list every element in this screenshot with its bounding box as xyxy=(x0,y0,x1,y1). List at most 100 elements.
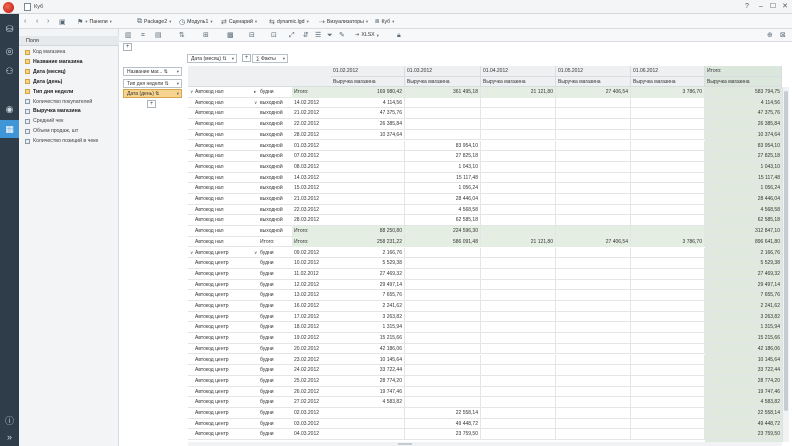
column-header-measure: Выручка магазина xyxy=(331,76,405,87)
filter-icon[interactable]: ⊞ xyxy=(203,31,209,40)
horizontal-scroll-thumb[interactable] xyxy=(398,443,412,445)
row-daytype-cell: будни xyxy=(260,270,274,277)
sort-icon[interactable]: ⇅ xyxy=(179,31,185,40)
cube-view-icon[interactable]: ▦ xyxy=(0,120,19,138)
row-date-cell: 04.03.2012 xyxy=(294,431,320,438)
grid-icon[interactable]: ⊟ xyxy=(249,31,255,40)
left-navigation: ⛁ ◎ ⚇ ◉ ▦ ⓘ » xyxy=(0,14,19,446)
add-row-field-button[interactable]: + xyxy=(147,100,156,108)
field-item[interactable]: Количество позиций в чеке xyxy=(25,136,117,146)
field-item[interactable]: Выручка магазина xyxy=(25,106,117,116)
field-item[interactable]: Тип дня недели xyxy=(25,87,117,97)
row-store-cell: Автокод центр xyxy=(195,420,229,427)
row-date-cell: 22.03.2012 xyxy=(294,206,320,213)
order-icon[interactable]: ⇵ xyxy=(303,31,309,40)
help-icon[interactable]: ? xyxy=(742,2,752,12)
value-cell xyxy=(556,279,631,291)
field-item[interactable]: Средний чек xyxy=(25,116,117,126)
cube-tab[interactable]: ⧈ Куб ▾ xyxy=(375,17,394,26)
minimize-button[interactable]: – xyxy=(756,2,766,12)
visualizers-tab[interactable]: ⇢ Визуализаторы ▾ xyxy=(319,17,368,26)
row-field-chip-day[interactable]: Дата (день) ⇅ ▾ xyxy=(123,89,182,98)
column-header-date[interactable]: 01.04.2012 xyxy=(481,66,556,77)
add-fact-button[interactable]: + xyxy=(242,54,251,62)
list-icon[interactable]: ☰ xyxy=(315,31,321,40)
total-cell: 10 374,64 xyxy=(757,131,780,138)
row-field-chip-daytype[interactable]: Тип дня недели ⇅ ▾ xyxy=(123,79,182,88)
lock-icon[interactable]: 🔒︎ xyxy=(397,31,401,40)
export-xlsx-button[interactable]: ⇥ XLSX ▾ xyxy=(355,31,379,40)
edit-icon[interactable]: ⌗ xyxy=(141,31,145,40)
field-item[interactable]: Дата (месяц) xyxy=(25,67,117,77)
scenario-tab[interactable]: ⇄ Сценарий ▾ xyxy=(221,17,257,26)
value-cell: 29 497,14 xyxy=(331,279,405,291)
row-daytype-cell: выходной xyxy=(260,196,283,202)
total-cell: 10 145,64 xyxy=(757,356,780,363)
add-column-field-button[interactable]: + xyxy=(123,43,132,51)
table-row: Автокод нал выходной 14.03.2012 15 117,48 15… xyxy=(188,172,782,184)
maximize-button[interactable]: ☐ xyxy=(768,2,778,12)
compass-icon[interactable]: ◎ xyxy=(0,42,19,60)
panel-settings-icon[interactable]: ⊠ xyxy=(780,31,786,40)
expand-toggle-icon[interactable]: ∨ xyxy=(254,248,259,259)
back-icon[interactable]: ‹ xyxy=(24,17,26,26)
module-tab[interactable]: ◷ Модуль1 ▾ xyxy=(179,17,213,26)
row-date-cell: 24.02.2012 xyxy=(294,367,320,374)
expand-toggle-icon[interactable]: ▸ xyxy=(254,87,259,98)
table-icon[interactable]: ▤ xyxy=(155,31,162,40)
field-item[interactable]: Дата (день) xyxy=(25,77,117,87)
field-item[interactable]: Код магазина xyxy=(25,47,117,57)
table-row: ∨ Автокод нал ▸ будни Итого: 169 980,42 361 49… xyxy=(188,87,782,98)
save-icon[interactable]: ▣ xyxy=(59,17,66,26)
add-panel-icon[interactable]: ⊕ xyxy=(767,31,773,40)
column-header-date[interactable]: 01.05.2012 xyxy=(556,66,631,77)
facts-chip[interactable]: ∑ Факты ▾ xyxy=(252,54,288,63)
vertical-scroll-thumb[interactable] xyxy=(784,91,788,411)
database-icon[interactable]: ⛁ xyxy=(0,20,19,38)
dimension-icon xyxy=(25,59,30,65)
expand-nav-icon[interactable]: » xyxy=(0,428,19,446)
row-field-chip-store[interactable]: Название маг... ⇅ ▾ xyxy=(123,67,182,76)
row-date-cell: 21.03.2012 xyxy=(294,196,320,202)
column-field-chip[interactable]: Дата (месяц) ⇅ ▾ xyxy=(187,54,237,63)
expand-toggle-icon[interactable]: ∨ xyxy=(254,98,259,109)
field-item[interactable]: Название магазина xyxy=(25,57,117,67)
value-cell xyxy=(405,268,481,280)
vertical-scrollbar[interactable] xyxy=(782,87,789,442)
value-cell xyxy=(331,161,405,173)
table-row: Автокод центр будни 18.02.2012 1 315,94 1 31… xyxy=(188,322,782,334)
field-item[interactable]: Количество покупателей xyxy=(25,97,117,107)
chart-icon[interactable]: ▩ xyxy=(227,31,234,40)
table-row: Автокод центр будни 13.02.2012 7 655,76 7 65… xyxy=(188,290,782,301)
field-item[interactable]: Объем продаж, шт xyxy=(25,126,117,136)
table-row: Автокод нал выходной 22.02.2012 26 385,84 26… xyxy=(188,119,782,130)
row-daytype-cell: выходной xyxy=(260,228,283,235)
funnel-icon[interactable]: ⏷ xyxy=(327,31,333,40)
value-cell xyxy=(556,97,631,109)
value-cell: 258 231,22 xyxy=(331,236,405,248)
row-date-cell: 09.02.2012 xyxy=(294,249,320,256)
dynamic-file-tab[interactable]: ⇆ dynamic.lgd ▾ xyxy=(269,17,309,26)
row-daytype-cell: будни xyxy=(260,281,274,288)
value-cell xyxy=(405,301,481,312)
table-row: Автокод центр будни 11.02.2012 27 469,32 27 … xyxy=(188,268,782,280)
package-tab[interactable]: ⧉ Package2 ▾ xyxy=(137,17,171,26)
row-date-cell: Итого: xyxy=(292,236,331,248)
panels-menu[interactable]: ⚑ ▾ Панели ▾ xyxy=(77,17,112,26)
row-daytype-cell: выходной xyxy=(260,163,283,170)
column-header-date[interactable]: 01.03.2012 xyxy=(405,66,481,77)
value-cell xyxy=(631,279,705,291)
axis-icon[interactable]: ⤢ xyxy=(289,31,295,40)
eye-icon[interactable]: ◉ xyxy=(0,100,19,118)
forward-icon[interactable]: › xyxy=(47,17,49,26)
forward-back-icon[interactable]: ‹ xyxy=(36,17,38,26)
column-header-date[interactable]: 01.06.2012 xyxy=(631,66,705,77)
horizontal-scrollbar[interactable] xyxy=(188,442,782,446)
layout-icon[interactable]: ▥ xyxy=(125,31,132,40)
app-logo-icon[interactable] xyxy=(3,2,14,13)
column-header-date[interactable]: 01.02.2012 xyxy=(331,66,405,77)
calc-icon[interactable]: ⊡ xyxy=(271,31,277,40)
users-icon[interactable]: ⚇ xyxy=(0,62,19,80)
brush-icon[interactable]: ✎ xyxy=(339,31,345,40)
close-button[interactable]: ✕ xyxy=(780,2,790,12)
